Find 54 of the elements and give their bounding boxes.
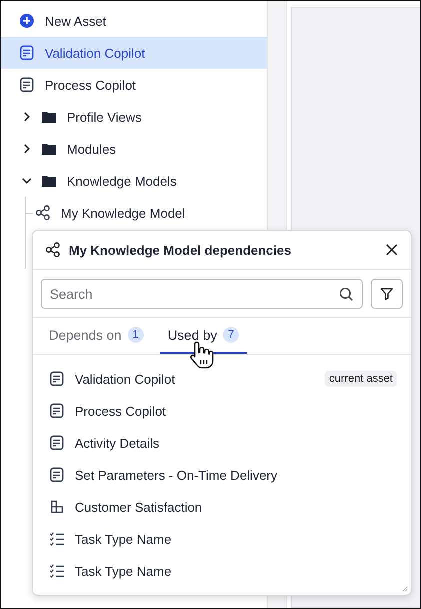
folder-icon <box>41 174 57 188</box>
item-label: Process Copilot <box>45 78 136 92</box>
status-tag: current asset <box>325 371 397 387</box>
item-label: My Knowledge Model <box>61 206 186 220</box>
item-label: Process Copilot <box>75 404 168 418</box>
item-label: Modules <box>67 142 116 156</box>
item-label: Customer Satisfaction <box>75 500 204 514</box>
dependency-item[interactable]: Task Type Name <box>33 555 411 587</box>
popover-title: My Knowledge Model dependencies <box>69 242 292 258</box>
network-icon <box>45 242 61 258</box>
folder-icon <box>41 142 57 156</box>
form-icon <box>49 371 65 387</box>
close-icon[interactable] <box>385 243 399 257</box>
sidebar-item[interactable]: My Knowledge Model <box>1 197 267 229</box>
layout-icon <box>49 499 65 515</box>
dependency-item[interactable]: Validation Copilot current asset <box>33 363 411 395</box>
dependency-item[interactable]: Set Parameters - On-Time Delivery <box>33 459 411 491</box>
resize-grip-icon[interactable] <box>402 586 408 592</box>
form-icon <box>19 77 35 93</box>
network-icon <box>35 205 51 221</box>
form-icon <box>19 45 35 61</box>
sidebar-item[interactable]: Profile Views <box>1 101 267 133</box>
item-label: Set Parameters - On-Time Delivery <box>75 468 279 482</box>
sidebar-item[interactable]: Knowledge Models <box>1 165 267 197</box>
item-label: Activity Details <box>75 436 161 450</box>
folder-icon <box>41 110 57 124</box>
tab[interactable]: Depends on 1 <box>41 318 152 354</box>
form-icon <box>49 435 65 451</box>
item-label: Profile Views <box>67 110 142 124</box>
item-label: Task Type Name <box>75 532 173 546</box>
form-icon <box>49 467 65 483</box>
filter-button[interactable] <box>371 279 403 309</box>
dependency-item[interactable]: Process Copilot <box>33 395 411 427</box>
item-label: Knowledge Models <box>67 174 177 188</box>
count-badge: 1 <box>128 327 144 343</box>
dependency-item[interactable]: Activity Details <box>33 427 411 459</box>
dependency-item[interactable]: Customer Satisfaction <box>33 491 411 523</box>
add-icon <box>19 13 35 29</box>
sidebar-item[interactable]: Validation Copilot <box>1 37 267 69</box>
checklist-icon <box>49 563 65 579</box>
item-label: Validation Copilot <box>45 46 146 60</box>
sidebar-item[interactable]: Modules <box>1 133 267 165</box>
count-badge: 7 <box>223 327 240 343</box>
filter-icon <box>380 287 394 301</box>
search-icon <box>339 287 354 302</box>
item-label: Validation Copilot <box>75 372 176 386</box>
checklist-icon <box>49 531 65 547</box>
dependency-item[interactable]: Task Type Name <box>33 523 411 555</box>
form-icon <box>49 403 65 419</box>
item-label: New Asset <box>45 14 106 28</box>
search-field[interactable]: Search <box>41 279 363 309</box>
sidebar-item[interactable]: Process Copilot <box>1 69 267 101</box>
sidebar-item[interactable]: New Asset <box>1 5 267 37</box>
item-label: Task Type Name <box>75 564 173 578</box>
